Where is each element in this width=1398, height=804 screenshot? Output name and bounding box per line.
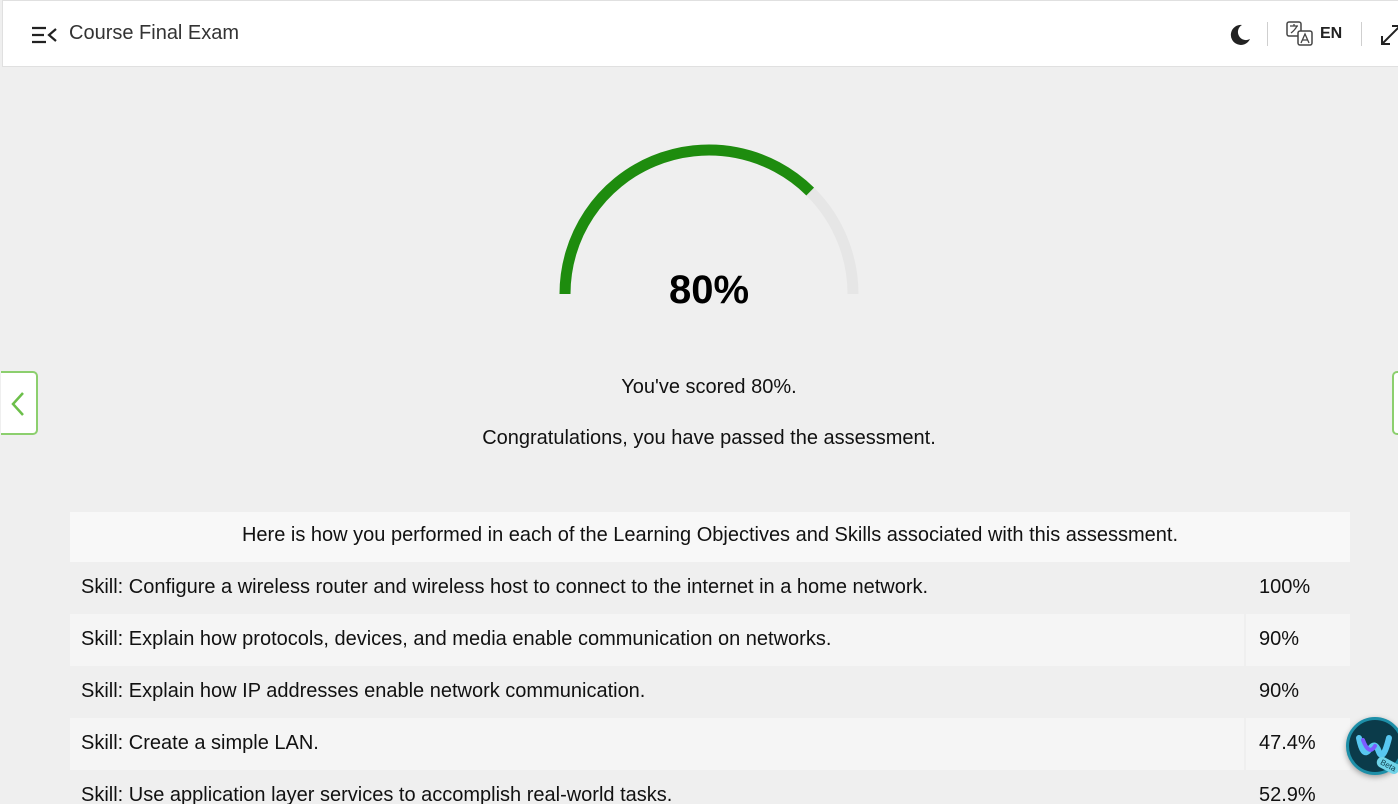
skill-name: Skill: Explain how IP addresses enable n…: [81, 680, 646, 702]
skills-table: Here is how you performed in each of the…: [70, 512, 1350, 804]
page-title: Course Final Exam: [69, 22, 240, 44]
skill-name: Skill: Explain how protocols, devices, a…: [81, 628, 832, 650]
top-bar: Course Final Exam EN: [2, 0, 1398, 67]
score-percentage: 80%: [668, 268, 750, 312]
table-row: Skill: Explain how protocols, devices, a…: [70, 614, 1350, 666]
skill-score: 90%: [1244, 614, 1350, 666]
previous-button[interactable]: [1, 371, 38, 435]
menu-collapse-icon[interactable]: [30, 25, 58, 45]
next-button[interactable]: [1392, 371, 1398, 435]
skill-name: Skill: Create a simple LAN.: [81, 732, 319, 754]
divider: [1267, 22, 1268, 46]
skills-table-body: Skill: Configure a wireless router and w…: [70, 562, 1350, 804]
table-row: Skill: Explain how IP addresses enable n…: [70, 666, 1350, 718]
skill-score: 90%: [1244, 666, 1350, 718]
language-selector[interactable]: EN: [1320, 25, 1342, 43]
skill-score: 52.9%: [1244, 770, 1350, 804]
skill-score: 100%: [1244, 562, 1350, 614]
table-row: Skill: Configure a wireless router and w…: [70, 562, 1350, 614]
divider: [1361, 22, 1362, 46]
table-row: Skill: Create a simple LAN. 47.4%: [70, 718, 1350, 770]
skills-table-header: Here is how you performed in each of the…: [70, 512, 1350, 562]
skill-score: 47.4%: [1244, 718, 1350, 770]
pass-message: Congratulations, you have passed the ass…: [482, 427, 936, 449]
expand-icon[interactable]: [1379, 21, 1398, 47]
table-row: Skill: Use application layer services to…: [70, 770, 1350, 804]
translate-icon[interactable]: [1286, 21, 1314, 47]
score-message: You've scored 80%.: [621, 376, 797, 398]
moon-icon[interactable]: [1228, 23, 1252, 47]
skill-name: Skill: Configure a wireless router and w…: [81, 576, 929, 598]
skill-name: Skill: Use application layer services to…: [81, 784, 673, 804]
